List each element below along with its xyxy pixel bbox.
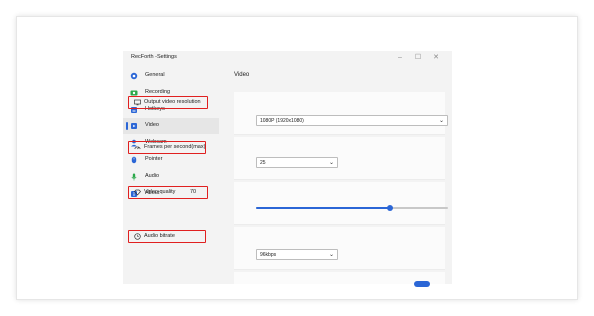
resolution-select[interactable]: 1080P (1920x1080) ⌄ <box>256 115 448 126</box>
sidebar-item-pointer[interactable]: Pointer <box>123 152 219 168</box>
speed-icon <box>134 144 141 151</box>
diamond-icon <box>134 189 141 196</box>
sidebar-item-label: Audio <box>145 173 160 179</box>
title-bar: RecForth -Settings – ☐ ✕ <box>123 51 452 66</box>
sidebar-item-audio[interactable]: Audio <box>123 169 219 185</box>
general-icon <box>130 72 138 80</box>
resolution-card <box>234 92 445 135</box>
minimize-button[interactable]: – <box>393 53 407 63</box>
fps-select[interactable]: 25 ⌄ <box>256 157 338 168</box>
close-button[interactable]: ✕ <box>429 53 443 63</box>
monitor-icon <box>134 99 141 106</box>
slider-fill <box>256 207 391 209</box>
audio-icon <box>130 173 138 181</box>
chevron-down-icon: ⌄ <box>328 160 334 166</box>
pointer-icon <box>130 156 138 164</box>
video-icon <box>130 122 138 130</box>
page-title: Video <box>234 72 250 78</box>
maximize-button[interactable]: ☐ <box>411 53 425 63</box>
sidebar-item-label: Video <box>145 122 159 128</box>
clock-icon <box>134 233 141 240</box>
bitrate-select[interactable]: 96kbps ⌄ <box>256 249 338 260</box>
chevron-down-icon: ⌄ <box>438 118 444 124</box>
sidebar-item-general[interactable]: General <box>123 68 219 84</box>
sidebar-item-label: Recording <box>145 89 171 95</box>
window-title: RecForth -Settings <box>131 54 177 60</box>
video-quality-slider[interactable] <box>256 205 448 211</box>
screenshot-frame: RecForth -Settings – ☐ ✕ General Recordi… <box>16 16 578 300</box>
sidebar-item-label: Pointer <box>145 156 163 162</box>
quality-card <box>234 182 445 225</box>
setting-toggle[interactable] <box>414 281 430 287</box>
sidebar-item-label: General <box>145 72 165 78</box>
chevron-down-icon: ⌄ <box>328 252 334 258</box>
sidebar-item-video[interactable]: Video <box>123 118 219 134</box>
video-quality-value: 70 <box>190 189 197 195</box>
active-indicator <box>126 122 128 130</box>
